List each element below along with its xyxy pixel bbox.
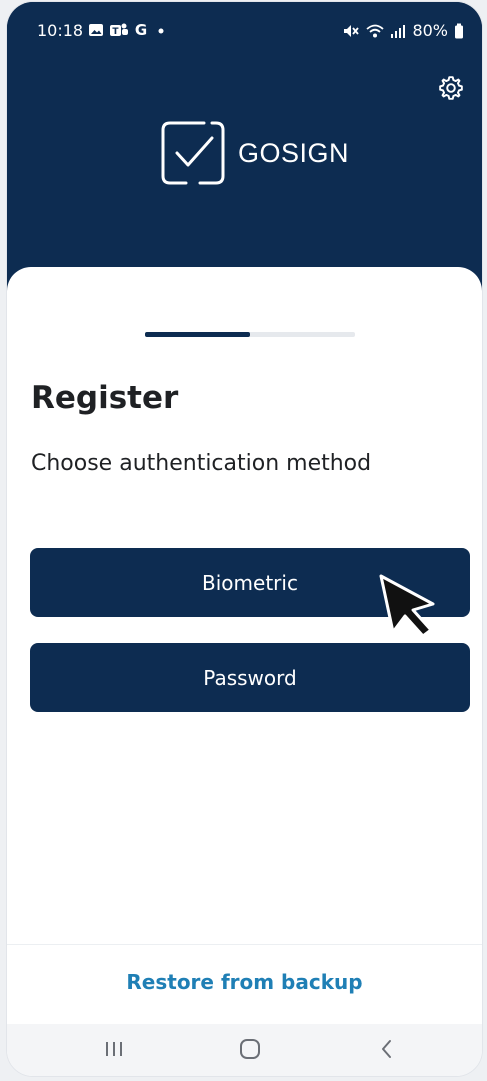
page-title: Register xyxy=(31,380,179,416)
svg-text:G: G xyxy=(135,22,147,37)
mute-icon xyxy=(344,24,360,37)
back-icon[interactable] xyxy=(377,1038,397,1060)
password-button[interactable]: Password xyxy=(30,643,470,712)
step-progress-fill xyxy=(145,332,250,337)
gear-icon[interactable] xyxy=(438,75,464,101)
status-bar: 10:18 T G 80% xyxy=(7,2,482,42)
page-subtitle: Choose authentication method xyxy=(31,451,372,476)
signal-icon xyxy=(391,24,406,38)
wifi-icon xyxy=(366,24,385,37)
mouse-cursor-icon xyxy=(379,574,435,638)
footer-divider xyxy=(7,944,482,945)
recents-icon[interactable] xyxy=(103,1038,125,1060)
battery-icon xyxy=(455,23,463,38)
google-icon: G xyxy=(135,22,147,37)
system-nav-bar xyxy=(7,1024,482,1076)
home-icon[interactable] xyxy=(238,1038,262,1060)
status-time: 10:18 xyxy=(37,21,84,40)
checkbox-logo-icon xyxy=(161,121,225,185)
app-logo: GOSIGN xyxy=(160,120,349,186)
brand-name: GOSIGN xyxy=(238,137,350,168)
teams-icon: T xyxy=(110,23,128,37)
dot-icon xyxy=(158,28,164,33)
battery-percent: 80% xyxy=(412,21,448,40)
restore-backup-link[interactable]: Restore from backup xyxy=(7,970,482,994)
gallery-icon xyxy=(89,23,103,36)
phone-screen: 10:18 T G 80% GOSIGN Register Choose aut… xyxy=(7,2,482,1076)
svg-text:T: T xyxy=(112,27,119,37)
step-progress xyxy=(145,332,355,337)
